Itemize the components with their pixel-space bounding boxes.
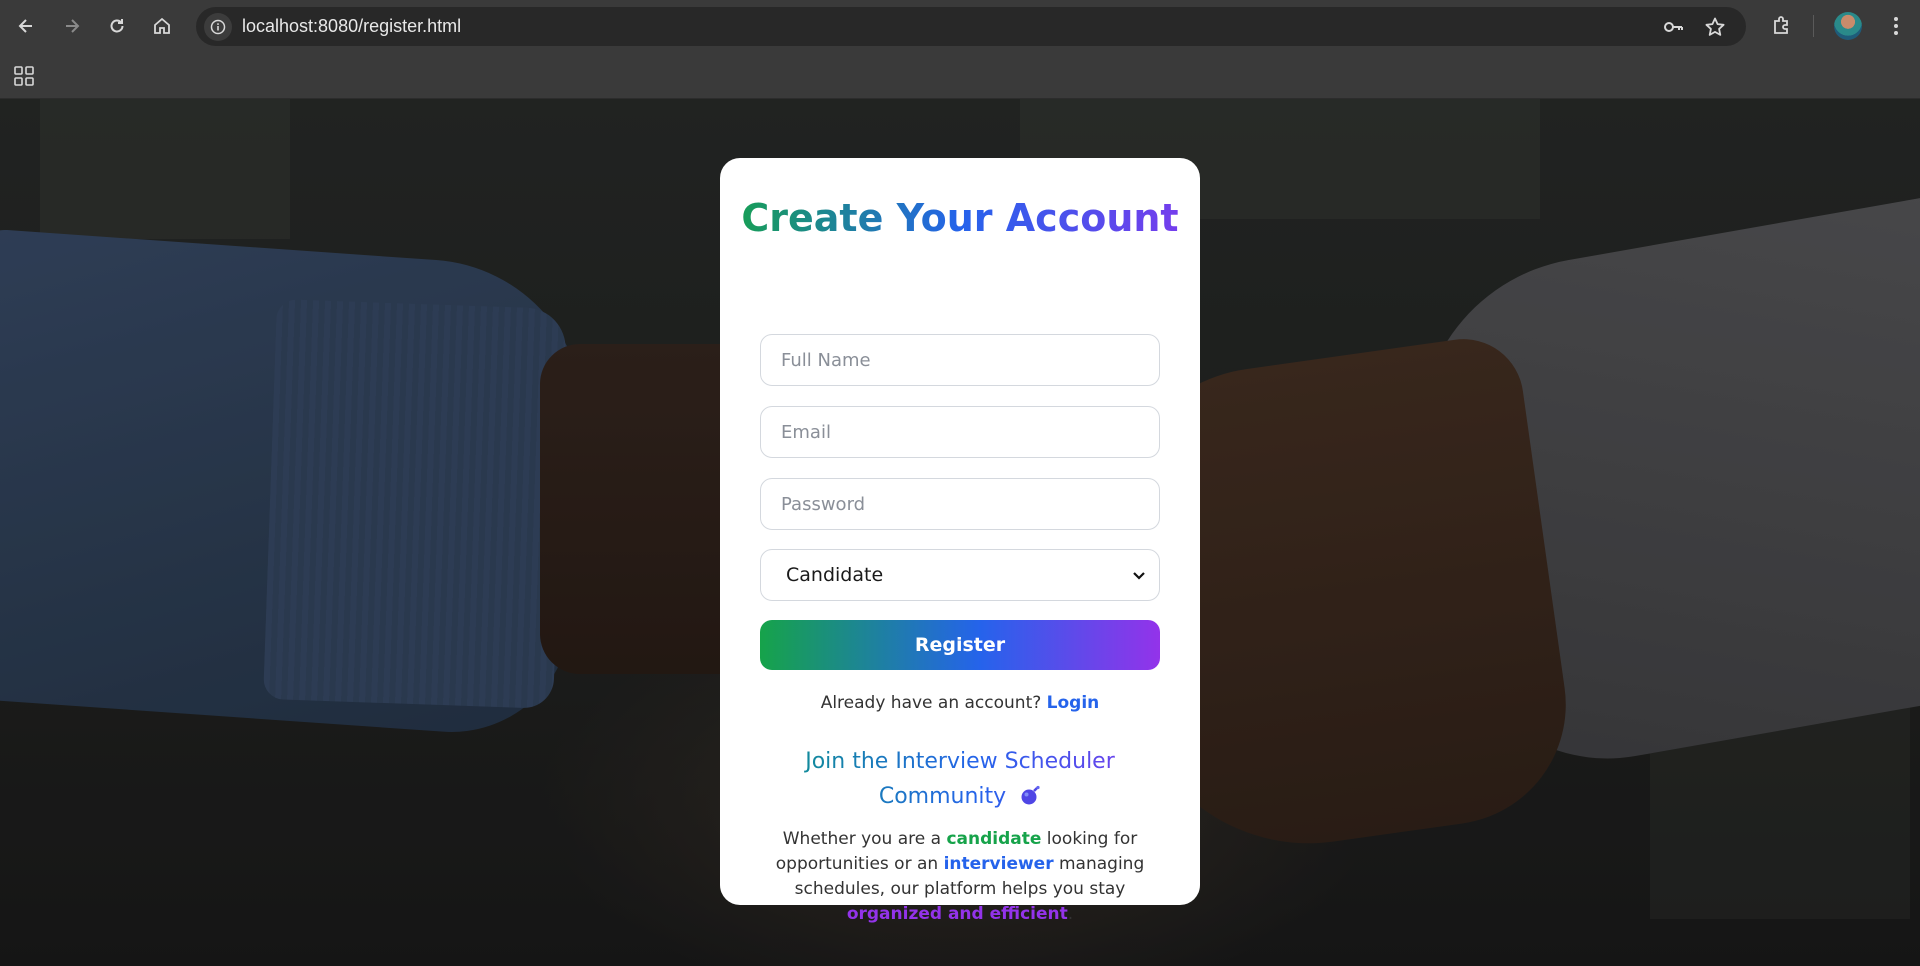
bomb-emoji-icon xyxy=(1021,785,1040,805)
bookmark-star-icon[interactable] xyxy=(1704,16,1726,38)
full-name-input[interactable] xyxy=(760,334,1160,386)
bookmarks-bar xyxy=(0,52,1920,99)
site-info-icon xyxy=(210,19,226,35)
highlight-organized: organized and efficient xyxy=(846,904,1068,924)
back-button[interactable] xyxy=(10,10,42,42)
address-bar[interactable]: localhost:8080/register.html xyxy=(196,7,1746,46)
reload-icon xyxy=(110,19,124,33)
role-select-value: Candidate xyxy=(786,564,884,586)
desc-text-4: . xyxy=(1067,904,1074,924)
community-heading: Join the Interview Scheduler Community xyxy=(760,744,1160,814)
password-key-icon[interactable] xyxy=(1662,16,1684,38)
register-card: Create Your Account Candidate Register A… xyxy=(720,158,1200,924)
login-prompt-text: Already have an account? xyxy=(820,693,1042,713)
desc-text-1: Whether you are a xyxy=(782,829,947,849)
login-link[interactable]: Login xyxy=(1047,693,1100,713)
password-input[interactable] xyxy=(760,478,1160,530)
page-viewport: Create Your Account Candidate Register A… xyxy=(0,99,1920,966)
community-description: Whether you are a candidate looking for … xyxy=(760,827,1160,927)
login-prompt: Already have an account? Login xyxy=(720,690,1200,716)
reload-button[interactable] xyxy=(101,10,133,42)
forward-button[interactable] xyxy=(56,10,88,42)
home-icon xyxy=(154,17,170,34)
menu-dots-icon[interactable] xyxy=(1884,14,1908,38)
register-button[interactable]: Register xyxy=(760,620,1160,670)
forward-icon xyxy=(66,19,80,33)
page-title: Create Your Account xyxy=(720,194,1200,242)
profile-avatar[interactable] xyxy=(1834,12,1862,40)
highlight-interviewer: interviewer xyxy=(943,854,1054,874)
community-title-line1: Join the Interview Scheduler xyxy=(805,749,1115,774)
back-icon xyxy=(18,19,32,33)
browser-toolbar: localhost:8080/register.html xyxy=(0,0,1920,52)
toolbar-divider xyxy=(1813,15,1814,37)
highlight-candidate: candidate xyxy=(946,829,1042,849)
chevron-down-icon xyxy=(1133,572,1145,580)
site-info-button[interactable] xyxy=(204,13,232,41)
url-text[interactable]: localhost:8080/register.html xyxy=(242,7,461,46)
home-button[interactable] xyxy=(146,10,178,42)
extensions-icon[interactable] xyxy=(1770,14,1794,38)
role-select[interactable]: Candidate xyxy=(760,549,1160,601)
community-title-line2: Community xyxy=(878,784,1007,809)
email-input[interactable] xyxy=(760,406,1160,458)
apps-grid-icon[interactable] xyxy=(12,64,36,88)
